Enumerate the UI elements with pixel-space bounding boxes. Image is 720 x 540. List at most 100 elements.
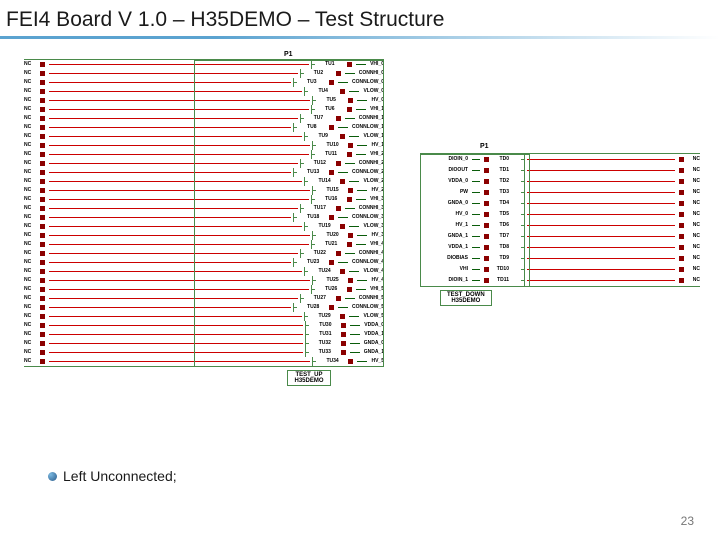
left-block-footer: TEST_UP H35DEMO: [287, 370, 330, 386]
nc-label: NC: [24, 71, 40, 76]
nc-label: NC: [684, 256, 700, 261]
right-block-header: P1: [480, 143, 489, 150]
nc-label: NC: [684, 157, 700, 162]
pin-square-icon: [40, 314, 45, 319]
wire: [527, 159, 675, 160]
pin-square-icon: [40, 287, 45, 292]
pin-square-icon: [40, 170, 45, 175]
wire: [527, 203, 675, 204]
wire: [527, 192, 675, 193]
bullet-icon: [48, 472, 57, 481]
left-diagram: P1 NCTU1VHI_0NCTU2CONNHI_0NCTU3CONNLOW_0…: [24, 59, 384, 387]
pin-square-icon: [40, 260, 45, 265]
nc-label: NC: [684, 212, 700, 217]
pin-square-icon: [40, 107, 45, 112]
pin-square-icon: [40, 242, 45, 247]
wire: [527, 170, 675, 171]
nc-label: NC: [24, 179, 40, 184]
pin-square-icon: [40, 197, 45, 202]
wire: [527, 225, 675, 226]
nc-label: NC: [24, 305, 40, 310]
nc-label: NC: [24, 323, 40, 328]
nc-label: NC: [24, 269, 40, 274]
nc-label: NC: [24, 107, 40, 112]
nc-label: NC: [24, 341, 40, 346]
nc-label: NC: [24, 62, 40, 67]
pin-square-icon: [40, 224, 45, 229]
wire: [527, 214, 675, 215]
pin-square-icon: [40, 233, 45, 238]
wire: [527, 280, 675, 281]
pin-square-icon: [40, 125, 45, 130]
wire: [527, 236, 675, 237]
nc-label: NC: [24, 152, 40, 157]
pin-square-icon: [40, 71, 45, 76]
nc-label: NC: [24, 143, 40, 148]
wire: [527, 269, 675, 270]
nc-label: NC: [24, 287, 40, 292]
pin-square-icon: [40, 134, 45, 139]
diagram-area: P1 NCTU1VHI_0NCTU2CONNHI_0NCTU3CONNLOW_0…: [0, 43, 720, 483]
pin-square-icon: [40, 116, 45, 121]
pin-square-icon: [40, 152, 45, 157]
title-underline: [0, 36, 720, 39]
pin-square-icon: [40, 296, 45, 301]
nc-label: NC: [24, 278, 40, 283]
wire: [527, 258, 675, 259]
bullet-item: Left Unconnected;: [48, 468, 177, 484]
pin-square-icon: [40, 89, 45, 94]
nc-label: NC: [684, 234, 700, 239]
nc-label: NC: [684, 245, 700, 250]
pin-square-icon: [40, 179, 45, 184]
pin-square-icon: [40, 323, 45, 328]
pin-square-icon: [40, 359, 45, 364]
pin-square-icon: [40, 305, 45, 310]
pin-square-icon: [40, 143, 45, 148]
nc-label: NC: [684, 201, 700, 206]
pin-square-icon: [40, 278, 45, 283]
page-number: 23: [681, 514, 694, 528]
nc-label: NC: [684, 223, 700, 228]
nc-label: NC: [24, 350, 40, 355]
pin-square-icon: [40, 98, 45, 103]
pin-square-icon: [40, 161, 45, 166]
pin-square-icon: [40, 251, 45, 256]
nc-label: NC: [24, 332, 40, 337]
nc-label: NC: [24, 206, 40, 211]
pin-square-icon: [40, 215, 45, 220]
nc-label: NC: [24, 251, 40, 256]
pin-square-icon: [40, 269, 45, 274]
nc-label: NC: [24, 215, 40, 220]
pin-square-icon: [40, 80, 45, 85]
pin-square-icon: [40, 350, 45, 355]
bullet-text: Left Unconnected;: [63, 468, 177, 484]
nc-label: NC: [684, 278, 700, 283]
pin-square-icon: [40, 206, 45, 211]
nc-label: NC: [684, 190, 700, 195]
pin-square-icon: [40, 62, 45, 67]
wire: [527, 181, 675, 182]
pin-square-icon: [40, 341, 45, 346]
nc-label: NC: [24, 296, 40, 301]
nc-label: NC: [24, 98, 40, 103]
pin-square-icon: [40, 188, 45, 193]
nc-label: NC: [24, 80, 40, 85]
nc-label: NC: [684, 267, 700, 272]
wire: [527, 247, 675, 248]
nc-label: NC: [24, 116, 40, 121]
nc-label: NC: [24, 161, 40, 166]
right-block-footer: TEST_DOWN H35DEMO: [440, 290, 492, 306]
nc-label: NC: [24, 359, 40, 364]
nc-label: NC: [24, 125, 40, 130]
nc-label: NC: [24, 314, 40, 319]
nc-label: NC: [24, 134, 40, 139]
pin-square-icon: [40, 332, 45, 337]
page-title: FEI4 Board V 1.0 – H35DEMO – Test Struct…: [0, 0, 720, 36]
nc-label: NC: [24, 197, 40, 202]
nc-label: NC: [24, 233, 40, 238]
nc-label: NC: [24, 224, 40, 229]
nc-label: NC: [24, 242, 40, 247]
nc-label: NC: [24, 188, 40, 193]
nc-label: NC: [684, 168, 700, 173]
nc-label: NC: [24, 89, 40, 94]
